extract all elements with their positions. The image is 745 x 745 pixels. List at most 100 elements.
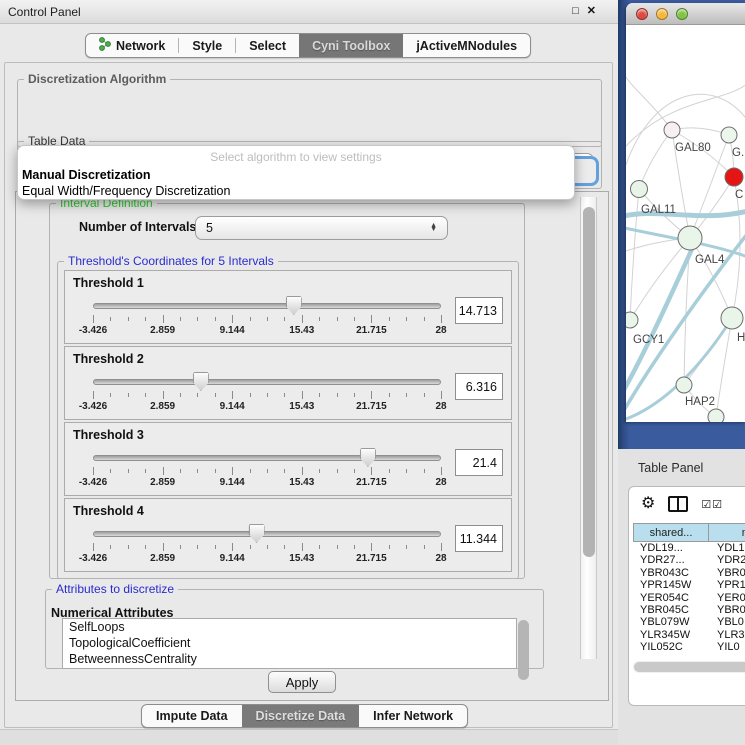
network-frame: GAL80G.CGAL11GAL4GCY1HHAP2 — [618, 0, 745, 449]
tick-label: 15.43 — [289, 553, 314, 564]
network-edge[interactable] — [630, 238, 690, 320]
slider-track[interactable] — [93, 531, 441, 537]
red-node[interactable] — [725, 168, 743, 186]
num-intervals-combobox[interactable]: 5 ▲▼ — [195, 216, 448, 240]
attributes-scrollbar[interactable] — [518, 618, 530, 671]
table-row[interactable]: YER054CYER0 — [633, 592, 745, 604]
dropdown-item[interactable]: Equal Width/Frequency Discretization — [18, 183, 574, 199]
bottom-node[interactable] — [708, 409, 724, 422]
table-row[interactable]: YDR27...YDR2 — [633, 554, 745, 566]
tick-mark — [93, 543, 94, 551]
table-row[interactable]: YBR045CYBR0 — [633, 604, 745, 616]
table-card: ⚙ ☑☑ shared... na YDL19...YDL1YDR27...YD… — [628, 486, 745, 706]
table-row[interactable]: YPR145WYPR1 — [633, 579, 745, 591]
cell-shared-name: YER054C — [633, 592, 709, 604]
slider-track[interactable] — [93, 379, 441, 385]
column-header-name[interactable]: na — [709, 523, 745, 542]
table-row[interactable]: YBR043CYBR0 — [633, 567, 745, 579]
network-edge[interactable] — [672, 128, 729, 135]
bottom-strip — [0, 729, 618, 745]
tick-mark — [441, 467, 442, 475]
gear-icon[interactable]: ⚙ — [641, 496, 655, 512]
threshold-slider[interactable]: -3.4262.8599.14415.4321.71528 — [93, 521, 441, 569]
cell-name: YIL0 — [709, 641, 745, 653]
tick-mark — [163, 467, 164, 475]
table-row[interactable]: YBL079WYBL0 — [633, 616, 745, 628]
tab-impute-data[interactable]: Impute Data — [142, 705, 242, 727]
tick-mark — [163, 543, 164, 551]
tick-mark — [424, 393, 425, 397]
GCY1-node[interactable] — [626, 312, 638, 328]
table-row[interactable]: YLR345WYLR3 — [633, 629, 745, 641]
slider-thumb-icon[interactable] — [249, 524, 265, 543]
float-icon[interactable]: □ — [572, 6, 579, 17]
tab-label: Network — [116, 39, 165, 53]
slider-track[interactable] — [93, 303, 441, 309]
split-columns-icon[interactable] — [668, 496, 688, 512]
slider-track[interactable] — [93, 455, 441, 461]
tick-mark — [371, 467, 372, 475]
network-edge[interactable] — [639, 130, 672, 189]
tick-label: 21.715 — [356, 325, 387, 336]
threshold-value-field[interactable]: 14.713 — [455, 297, 503, 324]
threshold-block: Threshold 1-3.4262.8599.14415.4321.71528… — [64, 270, 512, 344]
tick-mark — [215, 469, 216, 473]
slider-thumb-icon[interactable] — [360, 448, 376, 467]
tab-label: Select — [249, 39, 286, 53]
thresholds-group: Threshold's Coordinates for 5 Intervals … — [57, 261, 519, 579]
threshold-slider[interactable]: -3.4262.8599.14415.4321.71528 — [93, 369, 441, 417]
tab-network[interactable]: Network — [86, 34, 178, 57]
tick-label: 2.859 — [150, 401, 175, 412]
threshold-value-field[interactable]: 11.344 — [455, 525, 503, 552]
apply-button[interactable]: Apply — [268, 671, 336, 693]
tick-mark — [284, 393, 285, 397]
tick-mark — [163, 315, 164, 323]
tick-label: -3.426 — [79, 325, 107, 336]
numerical-attributes-list[interactable]: SelfLoopsTopologicalCoefficientBetweenne… — [62, 618, 517, 669]
close-icon[interactable]: ✕ — [587, 6, 596, 17]
threshold-value-field[interactable]: 6.316 — [455, 373, 503, 400]
slider-thumb-icon[interactable] — [193, 372, 209, 391]
table-row[interactable]: YDL19...YDL1 — [633, 542, 745, 554]
minimize-traffic-light-icon[interactable] — [656, 8, 668, 20]
zoom-traffic-light-icon[interactable] — [676, 8, 688, 20]
network-canvas[interactable]: GAL80G.CGAL11GAL4GCY1HHAP2 — [626, 25, 745, 422]
tick-label: 28 — [435, 401, 446, 412]
G-node[interactable] — [721, 127, 737, 143]
table-row[interactable]: YIL052CYIL0 — [633, 641, 745, 653]
table-hscrollbar[interactable] — [633, 661, 745, 673]
threshold-slider[interactable]: -3.4262.8599.14415.4321.71528 — [93, 445, 441, 493]
network-edge[interactable] — [626, 65, 672, 130]
tab-select[interactable]: Select — [236, 34, 299, 57]
H-node[interactable] — [721, 307, 743, 329]
tab-cyni-toolbox[interactable]: Cyni Toolbox — [299, 34, 403, 57]
HAP2-node[interactable] — [676, 377, 692, 393]
panel-scrollbar[interactable] — [580, 197, 597, 659]
list-item[interactable]: SelfLoops — [63, 619, 516, 635]
tab-infer-network[interactable]: Infer Network — [359, 705, 467, 727]
cell-name: YDR2 — [709, 554, 745, 566]
tick-mark — [424, 545, 425, 549]
tab-jactivemnodules[interactable]: jActiveMNodules — [403, 34, 530, 57]
slider-thumb-icon[interactable] — [286, 296, 302, 315]
tick-mark — [93, 315, 94, 323]
network-window[interactable]: GAL80G.CGAL11GAL4GCY1HHAP2 — [626, 3, 745, 422]
algorithm-dropdown: Select algorithm to view settings Manual… — [17, 145, 575, 200]
tick-mark — [389, 469, 390, 473]
dropdown-item[interactable]: Manual Discretization — [18, 167, 574, 183]
tick-mark — [232, 467, 233, 475]
checkbox-icons[interactable]: ☑☑ — [701, 498, 723, 511]
GAL80-node[interactable] — [664, 122, 680, 138]
tab-style[interactable]: Style — [179, 34, 235, 57]
close-traffic-light-icon[interactable] — [636, 8, 648, 20]
GAL11-node[interactable] — [631, 181, 648, 198]
list-item[interactable]: TopologicalCoefficient — [63, 635, 516, 651]
GAL4-node[interactable] — [678, 226, 702, 250]
threshold-value-field[interactable]: 21.4 — [455, 449, 503, 476]
column-header-shared[interactable]: shared... — [633, 523, 709, 542]
threshold-slider[interactable]: -3.4262.8599.14415.4321.71528 — [93, 293, 441, 341]
list-item[interactable]: BetweennessCentrality — [63, 651, 516, 667]
network-edge[interactable] — [630, 189, 639, 320]
tab-discretize-data[interactable]: Discretize Data — [242, 705, 360, 727]
tick-mark — [406, 545, 407, 549]
